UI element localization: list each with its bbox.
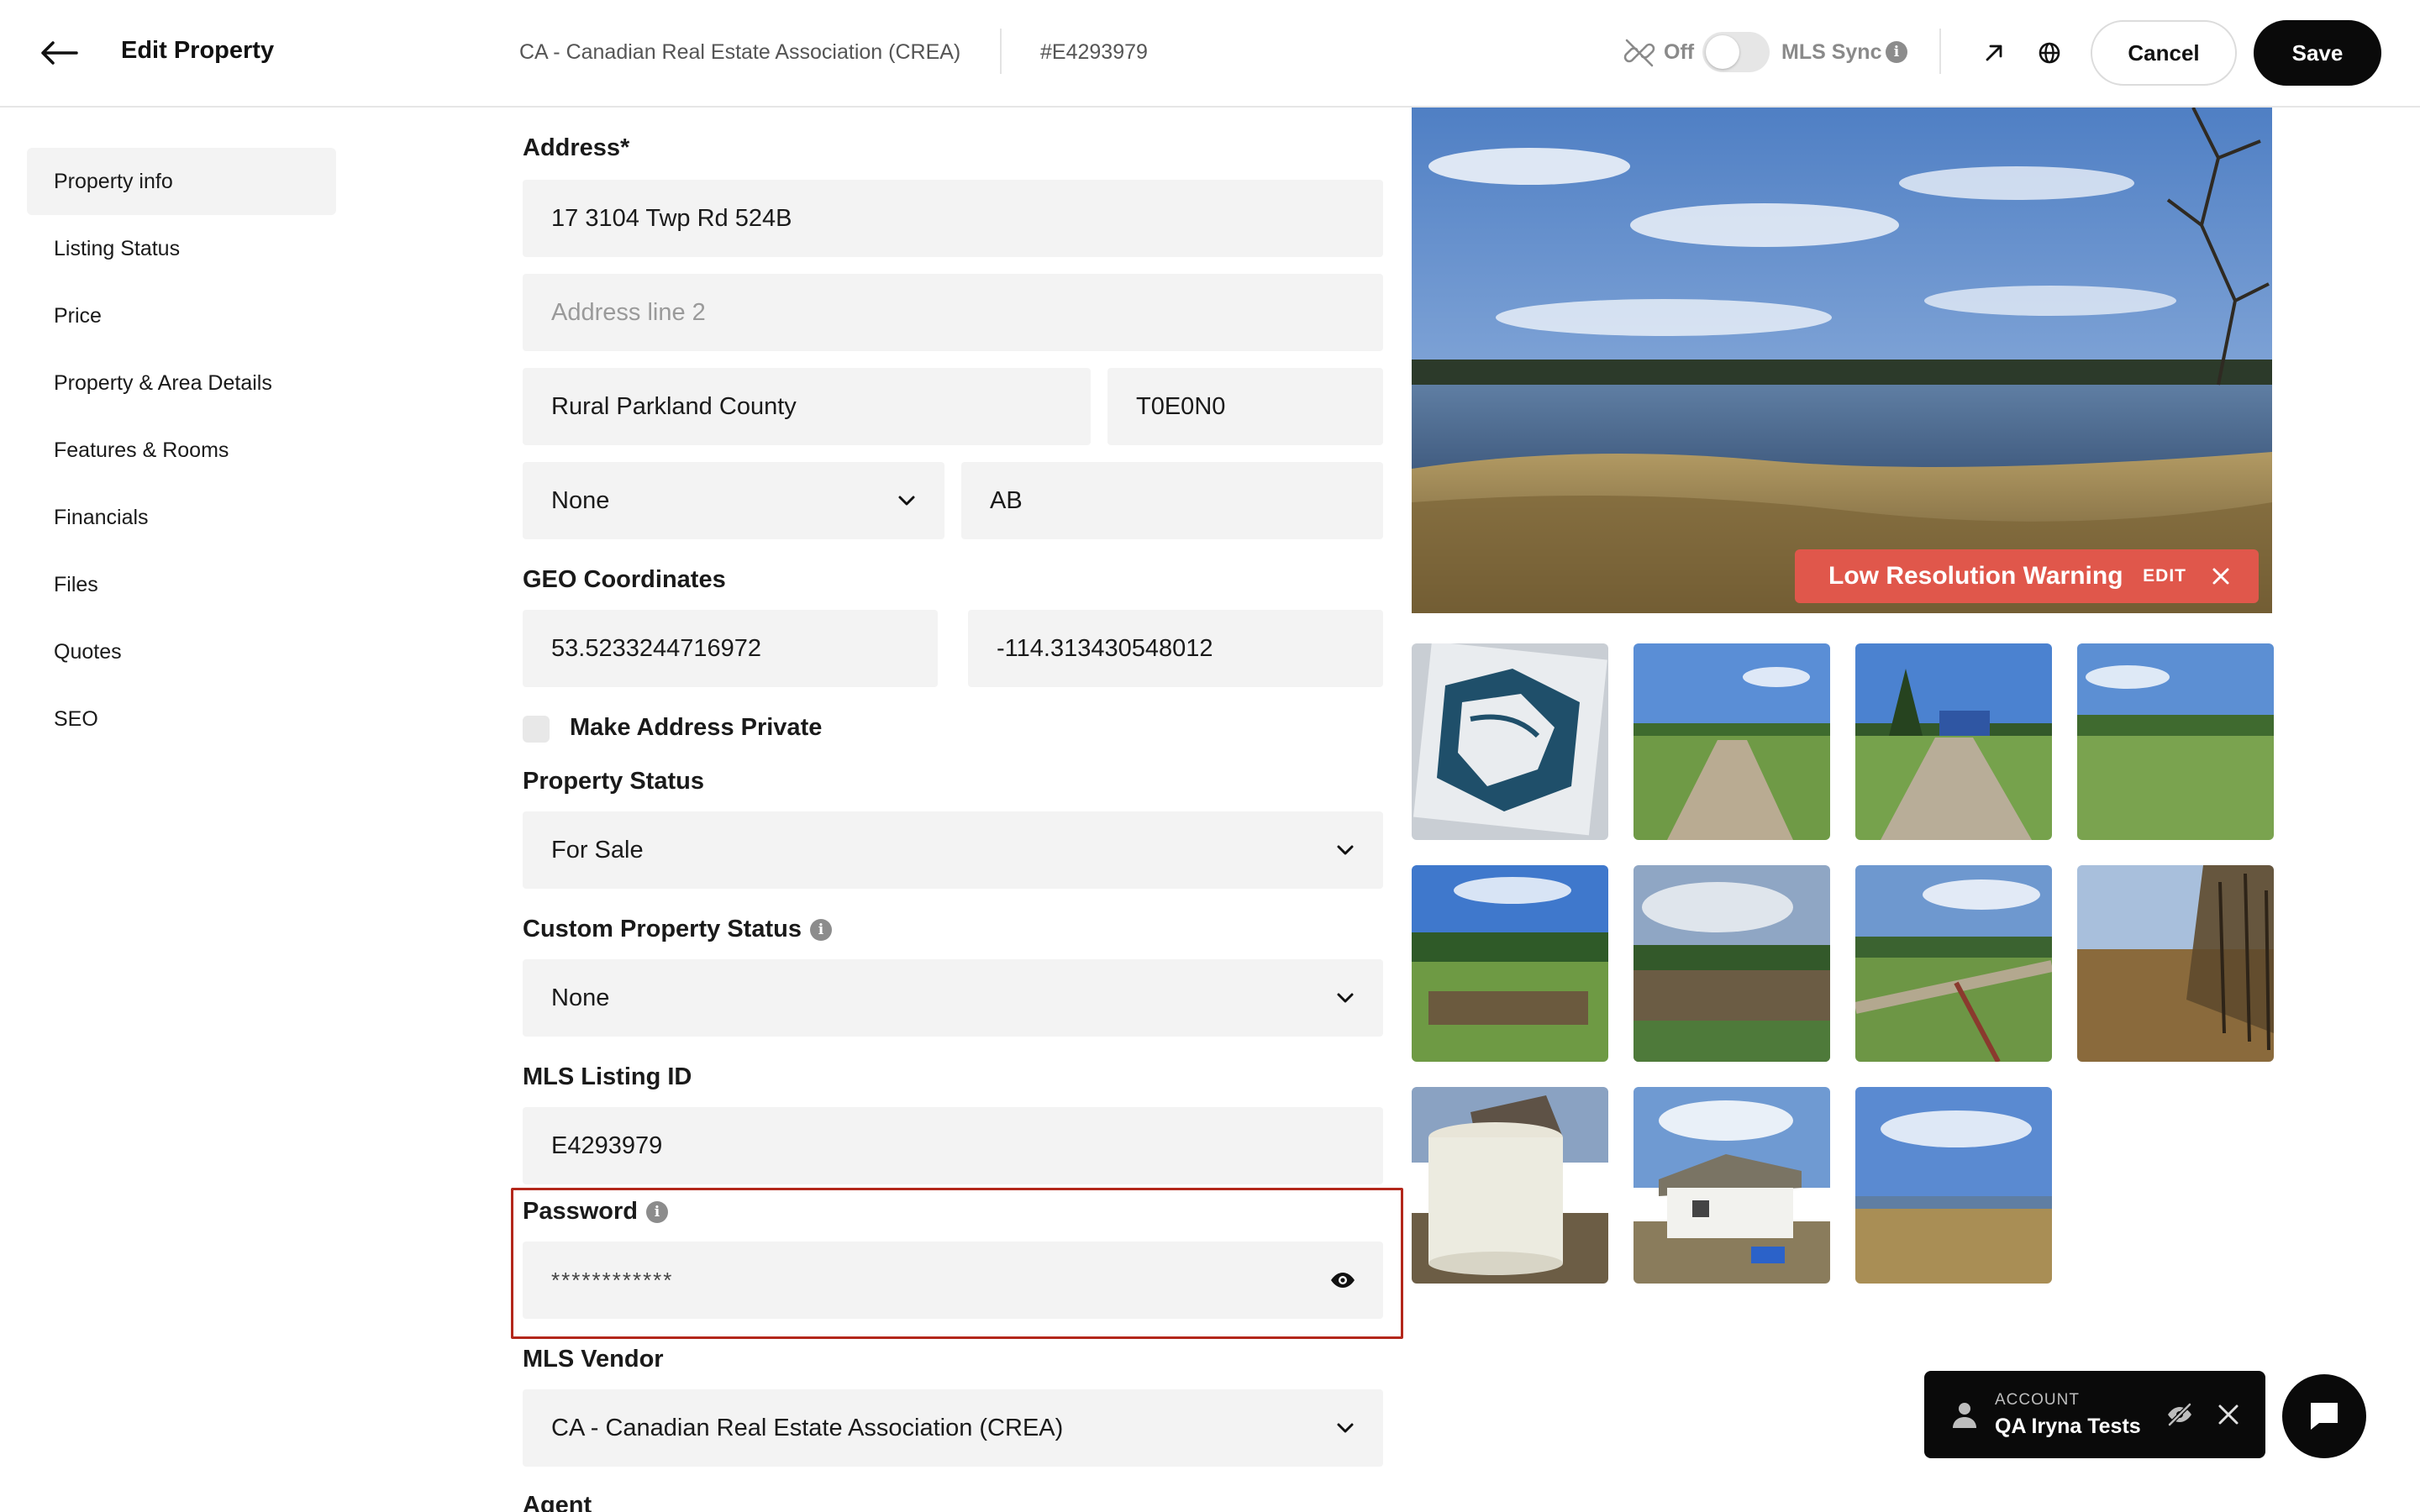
address-line2-input[interactable]: Address line 2 [523,274,1383,351]
sidebar-item-property-info[interactable]: Property info [27,148,336,215]
back-button[interactable] [37,34,81,72]
chevron-down-icon [898,496,915,506]
mls-sync-label: MLS Sync [1781,40,1882,64]
external-link-icon[interactable] [1978,37,2010,69]
gravel-path-photo [1634,643,1830,840]
account-name: QA Iryna Tests [1995,1415,2141,1438]
custom-property-status-value: None [551,984,610,1011]
city-input[interactable]: Rural Parkland County [523,368,1091,445]
sidebar-item-quotes[interactable]: Quotes [27,618,336,685]
property-status-value: For Sale [551,836,644,864]
chat-button[interactable] [2282,1374,2366,1458]
sync-off-icon [1623,39,1655,67]
close-icon[interactable] [2208,564,2233,589]
page-title: Edit Property [121,37,275,64]
region-select[interactable]: None [523,462,944,539]
site-plan-photo [1412,643,1608,840]
back-arrow-icon [41,41,78,65]
geo-coordinates-label: GEO Coordinates [523,566,726,593]
vendor-label: CA - Canadian Real Estate Association (C… [519,40,961,64]
mls-sync-toggle[interactable] [1702,32,1770,72]
person-icon [1953,1403,1976,1428]
photo-thumbnail[interactable] [1855,865,2052,1062]
property-status-label: Property Status [523,768,704,795]
postal-code-input[interactable]: T0E0N0 [1107,368,1383,445]
sidebar-item-files[interactable]: Files [27,551,336,618]
water-tank-photo [1412,1087,1608,1284]
eye-slash-icon[interactable] [2165,1399,2195,1430]
info-icon[interactable]: i [809,918,832,941]
yard-path-photo [1855,865,2052,1062]
make-address-private-label: Make Address Private [570,714,823,741]
custom-property-status-label-text: Custom Property Status [523,916,802,942]
make-address-private-checkbox[interactable] [523,716,550,743]
listing-number: #E4293979 [1040,40,1148,64]
sidebar-item-features-rooms[interactable]: Features & Rooms [27,417,336,484]
custom-property-status-select[interactable]: None [523,959,1383,1037]
photo-thumbnail[interactable] [1634,643,1830,840]
sidebar-item-property-area-details[interactable]: Property & Area Details [27,349,336,417]
custom-property-status-label: Custom Property Status i [523,916,832,943]
password-label-text: Password [523,1198,638,1225]
chevron-down-icon [1337,1423,1354,1433]
cottage-photo [1634,1087,1830,1284]
autumn-trees-photo [2077,865,2274,1062]
password-value: ************ [551,1267,674,1293]
sync-state-label: Off [1664,40,1695,64]
property-status-select[interactable]: For Sale [523,811,1383,889]
chat-icon [2311,1403,2338,1430]
mls-vendor-select[interactable]: CA - Canadian Real Estate Association (C… [523,1389,1383,1467]
province-input[interactable]: AB [961,462,1383,539]
region-select-value: None [551,486,610,514]
top-header: Edit Property CA - Canadian Real Estate … [0,0,2420,108]
account-caption: ACCOUNT [1995,1391,2080,1409]
info-icon[interactable]: i [1886,41,1907,63]
header-divider [1000,29,1002,74]
sidebar-item-price[interactable]: Price [27,282,336,349]
section-nav: Property info Listing Status Price Prope… [27,148,336,753]
low-resolution-warning: Low Resolution Warning EDIT [1795,549,2259,603]
photo-thumbnail[interactable] [1412,643,1608,840]
photo-thumbnail[interactable] [2077,865,2274,1062]
photo-thumbnail[interactable] [1412,865,1608,1062]
longitude-input[interactable]: -114.313430548012 [968,610,1383,687]
garden-photo [1412,865,1608,1062]
address-label: Address* [523,134,630,161]
address-line1-input[interactable]: 17 3104 Twp Rd 524B [523,180,1383,257]
sidebar-item-listing-status[interactable]: Listing Status [27,215,336,282]
save-button[interactable]: Save [2254,20,2381,86]
mls-vendor-value: CA - Canadian Real Estate Association (C… [551,1414,1064,1441]
cancel-button[interactable]: Cancel [2091,20,2237,86]
chevron-down-icon [1337,993,1354,1003]
lake-reeds-photo [1855,1087,2052,1284]
eye-icon[interactable] [1328,1265,1358,1295]
photo-thumbnail[interactable] [2077,643,2274,840]
warning-edit-button[interactable]: EDIT [2143,566,2186,586]
photo-thumbnail[interactable] [1412,1087,1608,1284]
mls-listing-id-label: MLS Listing ID [523,1063,692,1090]
field-photo [2077,643,2274,840]
latitude-input[interactable]: 53.5233244716972 [523,610,938,687]
mls-listing-id-input[interactable]: E4293979 [523,1107,1383,1184]
chevron-down-icon [1337,845,1354,855]
photo-thumbnail[interactable] [1855,643,2052,840]
warning-text: Low Resolution Warning [1828,562,2123,590]
photo-thumbnail[interactable] [1634,1087,1830,1284]
info-icon[interactable]: i [646,1200,668,1223]
sidebar-item-seo[interactable]: SEO [27,685,336,753]
password-label: Password i [523,1198,668,1226]
plowed-field-photo [1634,865,1830,1062]
globe-icon[interactable] [2033,37,2065,69]
driveway-photo [1855,643,2052,840]
photo-thumbnail[interactable] [1855,1087,2052,1284]
header-divider [1939,29,1941,74]
main-photo[interactable] [1412,108,2272,613]
mls-vendor-label: MLS Vendor [523,1346,664,1373]
lake-landscape-photo [1412,108,2272,613]
agent-label: Agent [523,1492,592,1512]
password-input[interactable]: ************ [523,1242,1383,1319]
close-icon[interactable] [2215,1401,2242,1428]
sidebar-item-financials[interactable]: Financials [27,484,336,551]
photo-thumbnail[interactable] [1634,865,1830,1062]
